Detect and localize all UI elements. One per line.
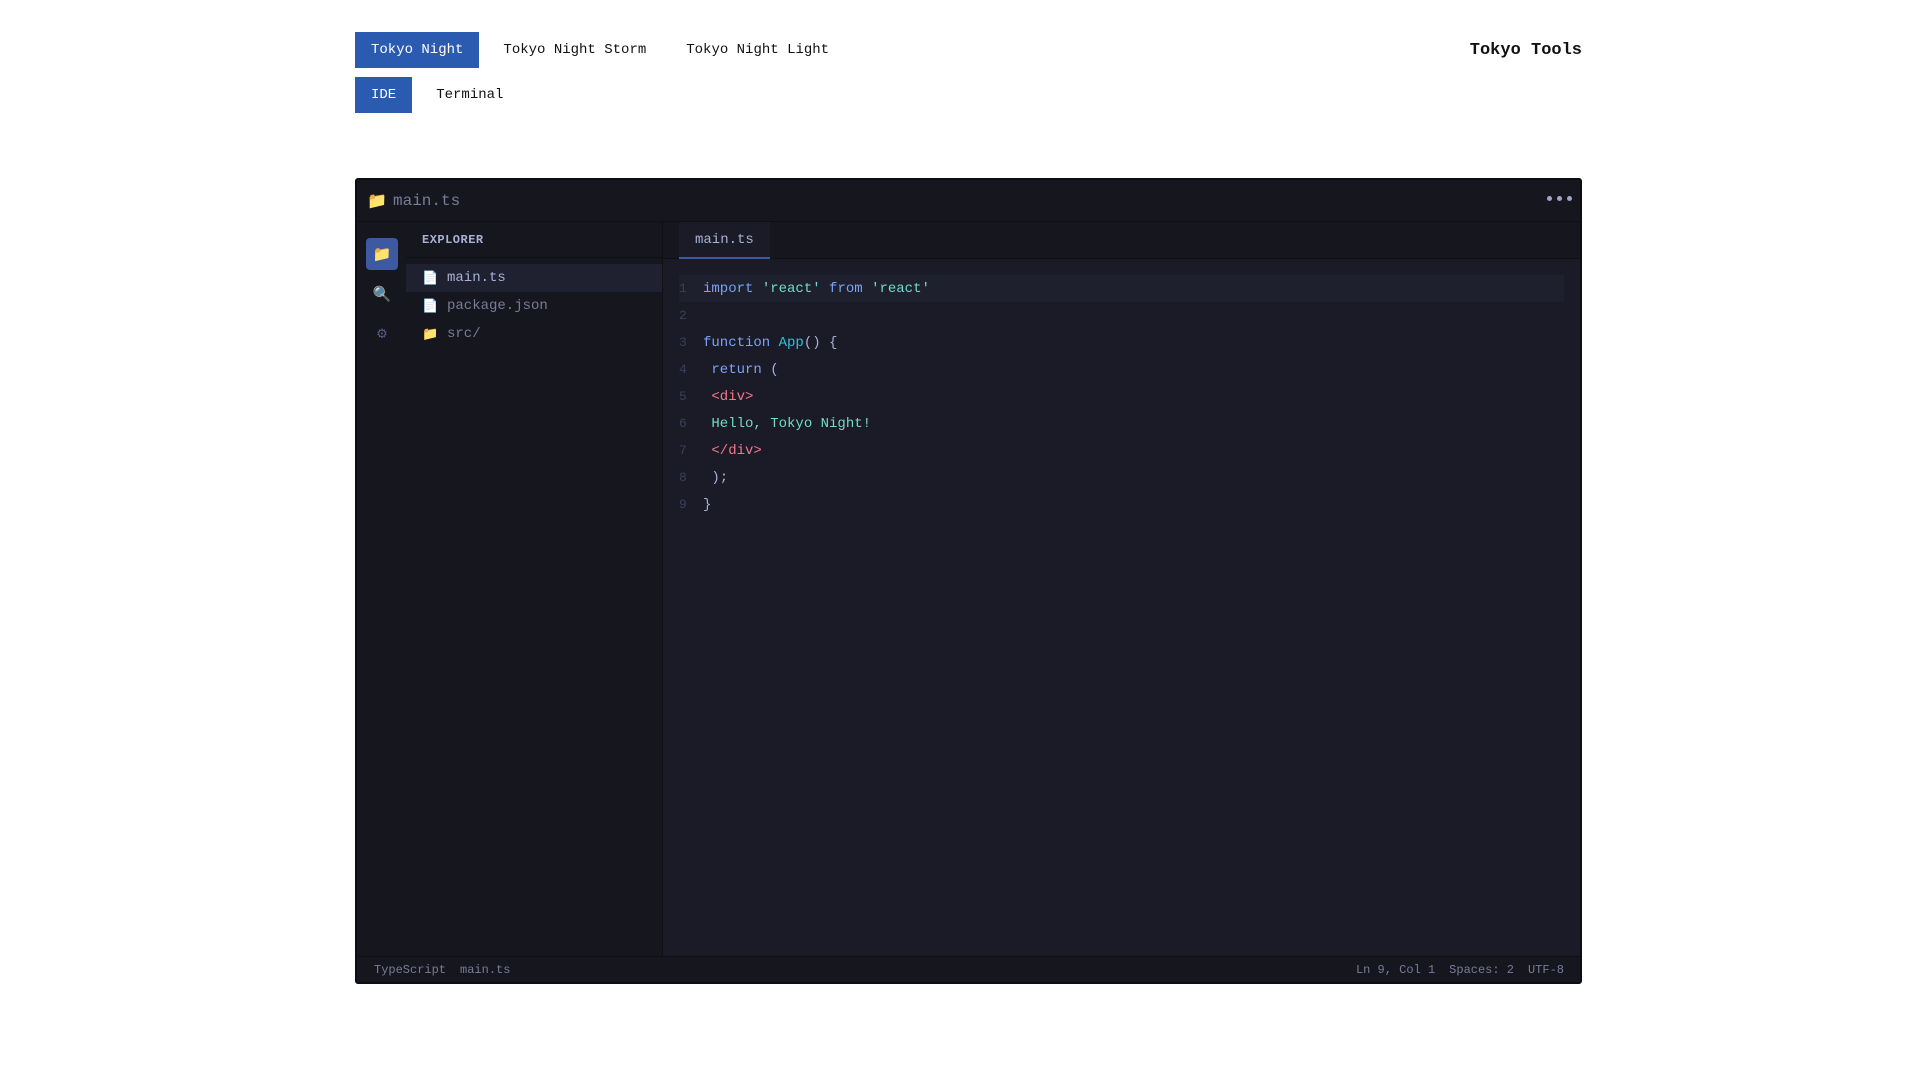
- line-number: 3: [679, 335, 687, 350]
- code-line: 9}: [679, 491, 1564, 518]
- theme-toggle-tokyo-night-storm[interactable]: Tokyo Night Storm: [487, 32, 670, 68]
- mode-toggle-group: IDE Terminal: [355, 77, 527, 113]
- code-line: 6 Hello, Tokyo Night!: [679, 410, 1564, 437]
- status-item[interactable]: Ln 9, Col 1: [1356, 963, 1435, 977]
- brand-title: Tokyo Tools: [1469, 41, 1582, 60]
- line-number: 9: [679, 497, 687, 512]
- theme-toggle-tokyo-night[interactable]: Tokyo Night: [355, 32, 480, 68]
- status-item[interactable]: Spaces: 2: [1449, 963, 1514, 977]
- folder-icon: 📁: [422, 326, 439, 342]
- code-line: 4 return (: [679, 356, 1564, 383]
- code-token: </div>: [711, 442, 762, 459]
- code-line: 3 function App() {: [679, 329, 1564, 356]
- window-title: main.ts: [393, 191, 461, 210]
- status-left: TypeScript main.ts: [374, 963, 524, 977]
- file-name: src/: [447, 326, 481, 342]
- mode-toggle-ide[interactable]: IDE: [355, 77, 413, 113]
- file-item[interactable]: 📄 package.json: [406, 292, 662, 320]
- status-right: Ln 9, Col 1 Spaces: 2 UTF-8: [1356, 963, 1564, 977]
- file-item[interactable]: 📄 main.ts: [406, 264, 662, 292]
- line-number: 5: [679, 389, 687, 404]
- settings-icon[interactable]: ⚙: [366, 318, 398, 350]
- more-dots-icon[interactable]: [1547, 196, 1572, 201]
- theme-toggle-tokyo-night-light[interactable]: Tokyo Night Light: [670, 32, 853, 68]
- file-icon: 📄: [422, 270, 439, 286]
- code-editor: main.ts 1 import 'react' from 'react' 2 3 fu…: [663, 222, 1580, 956]
- ide-window: 📁 main.ts 📁 🔍 ⚙ EXPLORER 📄 main.ts 📄 package.…: [355, 178, 1582, 984]
- code-line: 2: [679, 302, 1564, 329]
- explorer-header: EXPLORER: [406, 222, 662, 258]
- code-token: (: [761, 361, 779, 378]
- status-item[interactable]: main.ts: [460, 963, 510, 977]
- status-bar: TypeScript main.ts Ln 9, Col 1 Spaces: 2 UT…: [357, 956, 1580, 982]
- line-number: 2: [679, 308, 687, 323]
- line-number: 8: [679, 470, 687, 485]
- file-name: main.ts: [447, 270, 506, 286]
- status-item[interactable]: UTF-8: [1528, 963, 1564, 977]
- code-token: 'react': [871, 280, 930, 297]
- file-item[interactable]: 📁 src/: [406, 320, 662, 348]
- code-token: Hello, Tokyo Night!: [711, 415, 872, 432]
- code-area[interactable]: 1 import 'react' from 'react' 2 3 function A…: [679, 275, 1564, 518]
- activity-bar: 📁 🔍 ⚙: [357, 222, 406, 956]
- code-line: 5 <div>: [679, 383, 1564, 410]
- code-line: 8 );: [679, 464, 1564, 491]
- status-item[interactable]: TypeScript: [374, 963, 446, 977]
- search-icon[interactable]: 🔍: [366, 278, 398, 310]
- code-token: 'react': [761, 280, 821, 297]
- code-token: function: [703, 334, 771, 351]
- code-token: import: [703, 280, 754, 297]
- code-token: return: [711, 361, 762, 378]
- file-name: package.json: [447, 298, 548, 314]
- file-icon: 📄: [422, 298, 439, 314]
- line-number: 1: [679, 281, 687, 296]
- line-number: 7: [679, 443, 687, 458]
- window-titlebar: 📁 main.ts: [357, 180, 1580, 222]
- editor-tabbar: main.ts: [663, 222, 1580, 259]
- file-list: 📄 main.ts 📄 package.json 📁 src/: [406, 264, 662, 348]
- code-token: }: [703, 496, 712, 513]
- code-token: App: [778, 334, 804, 351]
- line-number: 6: [679, 416, 687, 431]
- mode-toggle-terminal[interactable]: Terminal: [420, 77, 527, 113]
- tab-main-ts[interactable]: main.ts: [679, 222, 770, 259]
- theme-toggle-group: Tokyo Night Tokyo Night Storm Tokyo Night …: [355, 32, 853, 68]
- explorer-sidebar: EXPLORER 📄 main.ts 📄 package.json 📁 src/: [406, 222, 663, 956]
- code-token: () {: [803, 334, 838, 351]
- code-line: 1 import 'react' from 'react': [679, 275, 1564, 302]
- code-token: );: [703, 469, 729, 486]
- folder-icon[interactable]: 📁: [366, 238, 398, 270]
- line-number: 4: [679, 362, 687, 377]
- code-token: <div>: [711, 388, 754, 405]
- code-token: from: [829, 280, 863, 297]
- folder-icon: 📁: [367, 192, 387, 211]
- code-line: 7 </div>: [679, 437, 1564, 464]
